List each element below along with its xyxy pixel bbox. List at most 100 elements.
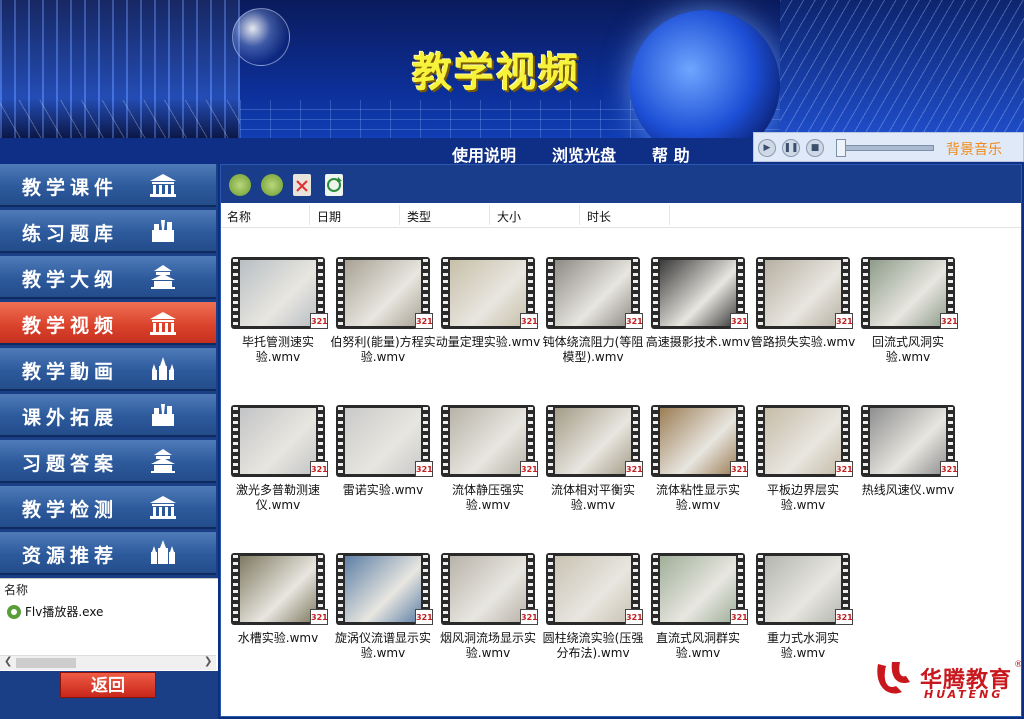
video-file-item[interactable]: 321 回流式风洞实验.wmv: [853, 257, 958, 377]
video-file-item[interactable]: 321 流体相对平衡实验.wmv: [538, 405, 643, 525]
video-file-name: 动量定理实验.wmv: [435, 335, 541, 349]
sidebar-item[interactable]: 课外拓展: [0, 394, 216, 437]
scroll-left-icon[interactable]: ❮: [4, 656, 12, 667]
video-file-item[interactable]: 321 钝体绕流阻力(等阻模型).wmv: [538, 257, 643, 377]
video-frame: [240, 556, 316, 622]
file-item-label: Flv播放器.exe: [25, 605, 104, 619]
sidebar-item-label: 资源推荐: [22, 545, 119, 567]
huateng-logo: 华腾教育 HUATENG ®: [872, 656, 1023, 706]
sidebar-item[interactable]: 习题答案: [0, 440, 216, 483]
col-name[interactable]: 名称: [227, 208, 251, 225]
sidebar-item[interactable]: 教学视频: [0, 302, 216, 345]
col-duration[interactable]: 时长: [587, 208, 611, 225]
video-file-name: 回流式风洞实验.wmv: [871, 335, 944, 364]
bridge-image: [780, 0, 1024, 140]
sidebar-item-label: 教学大纲: [22, 269, 119, 291]
nav-browse-disc[interactable]: 浏览光盘: [552, 142, 616, 166]
file-panel: 名称 Flv播放器.exe ❮ ❯: [0, 578, 218, 672]
sidebar-item[interactable]: 练习题库: [0, 210, 216, 253]
media-badge-icon: 321: [625, 609, 643, 625]
video-frame: [555, 556, 631, 622]
video-frame: [660, 260, 736, 326]
video-file-item[interactable]: 321 重力式水洞实验.wmv: [748, 553, 853, 673]
volume-slider[interactable]: [838, 145, 934, 151]
media-badge-icon: 321: [625, 461, 643, 477]
video-frame: [450, 556, 526, 622]
stop-icon[interactable]: ■: [806, 139, 824, 157]
video-file-item[interactable]: 321 平板边界层实验.wmv: [748, 405, 853, 525]
video-file-item[interactable]: 321 动量定理实验.wmv: [433, 257, 540, 377]
media-badge-icon: 321: [520, 609, 538, 625]
back-button[interactable]: 返回: [60, 672, 156, 698]
logo-mark-icon: [877, 662, 910, 694]
horizontal-scrollbar[interactable]: ❮ ❯: [0, 655, 216, 670]
video-frame: [450, 260, 526, 326]
scroll-right-icon[interactable]: ❯: [204, 656, 212, 667]
video-file-name: 烟风洞流场显示实验.wmv: [439, 631, 536, 660]
video-file-item[interactable]: 321 直流式风洞群实验.wmv: [643, 553, 748, 673]
refresh-icon[interactable]: [325, 174, 343, 196]
video-file-name: 重力式水洞实验.wmv: [766, 631, 839, 660]
video-file-name: 钝体绕流阻力(等阻模型).wmv: [542, 335, 644, 364]
col-date[interactable]: 日期: [317, 208, 341, 225]
nav-instructions[interactable]: 使用说明: [452, 142, 516, 166]
media-badge-icon: 321: [415, 461, 433, 477]
video-file-item[interactable]: 321 雷诺实验.wmv: [328, 405, 433, 525]
file-item[interactable]: Flv播放器.exe: [6, 603, 103, 620]
video-file-item[interactable]: 321 旋涡仪流谱显示实验.wmv: [328, 553, 433, 673]
media-badge-icon: 321: [310, 313, 328, 329]
video-file-item[interactable]: 321 烟风洞流场显示实验.wmv: [433, 553, 538, 673]
play-icon[interactable]: ▶: [758, 139, 776, 157]
castle-icon: [148, 402, 178, 428]
sidebar-item[interactable]: 教学课件: [0, 164, 216, 207]
museum-icon: [148, 172, 178, 198]
video-file-item[interactable]: 321 管路损失实验.wmv: [748, 257, 855, 377]
forward-arrow-icon[interactable]: [261, 174, 283, 196]
music-label: 背景音乐: [946, 142, 1002, 158]
back-area: 返回: [0, 671, 218, 719]
sidebar-item[interactable]: 资源推荐: [0, 532, 216, 575]
media-badge-icon: 321: [415, 313, 433, 329]
video-file-name: 流体粘性显示实验.wmv: [655, 483, 740, 512]
video-file-name: 伯努利(能量)方程实验.wmv: [330, 335, 436, 364]
scrollbar-thumb[interactable]: [16, 658, 76, 668]
sidebar-item[interactable]: 教学大纲: [0, 256, 216, 299]
pause-icon[interactable]: ❚❚: [782, 139, 800, 157]
sidebar-item[interactable]: 教学動画: [0, 348, 216, 391]
slider-handle[interactable]: [836, 139, 846, 157]
sidebar-item-label: 教学视频: [22, 315, 119, 337]
back-arrow-icon[interactable]: [229, 174, 251, 196]
video-frame: [240, 408, 316, 474]
nav-help[interactable]: 帮 助: [652, 142, 690, 166]
video-file-name: 雷诺实验.wmv: [342, 483, 424, 497]
temple-icon: [148, 448, 178, 474]
video-file-item[interactable]: 321 激光多普勒测速仪.wmv: [223, 405, 328, 525]
cathedral-icon: [148, 540, 178, 566]
video-frame: [240, 260, 316, 326]
sidebar-item-label: 课外拓展: [22, 407, 119, 429]
castle-icon: [148, 218, 178, 244]
video-file-name: 圆柱绕流实验(压强分布法).wmv: [542, 631, 644, 660]
video-file-item[interactable]: 321 流体粘性显示实验.wmv: [643, 405, 748, 525]
media-badge-icon: 321: [835, 313, 853, 329]
col-type[interactable]: 类型: [407, 208, 431, 225]
delete-icon[interactable]: [293, 174, 311, 196]
museum-icon: [148, 310, 178, 336]
video-file-item[interactable]: 321 高速摄影技术.wmv: [643, 257, 750, 377]
col-size[interactable]: 大小: [497, 208, 521, 225]
media-badge-icon: 321: [520, 461, 538, 477]
video-file-name: 平板边界层实验.wmv: [766, 483, 839, 512]
video-file-item[interactable]: 321 流体静压强实验.wmv: [433, 405, 538, 525]
video-file-item[interactable]: 321 毕托管测速实验.wmv: [223, 257, 328, 377]
media-badge-icon: 321: [835, 609, 853, 625]
video-frame: [765, 556, 841, 622]
sidebar-item[interactable]: 教学检测: [0, 486, 216, 529]
video-file-item[interactable]: 321 水槽实验.wmv: [223, 553, 328, 673]
sidebar-item-label: 教学動画: [22, 361, 119, 383]
media-badge-icon: 321: [940, 313, 958, 329]
video-file-item[interactable]: 321 圆柱绕流实验(压强分布法).wmv: [538, 553, 643, 673]
video-file-item[interactable]: 321 伯努利(能量)方程实验.wmv: [328, 257, 436, 377]
video-frame: [660, 556, 736, 622]
video-file-item[interactable]: 321 热线风速仪.wmv: [853, 405, 958, 525]
media-badge-icon: 321: [520, 313, 538, 329]
